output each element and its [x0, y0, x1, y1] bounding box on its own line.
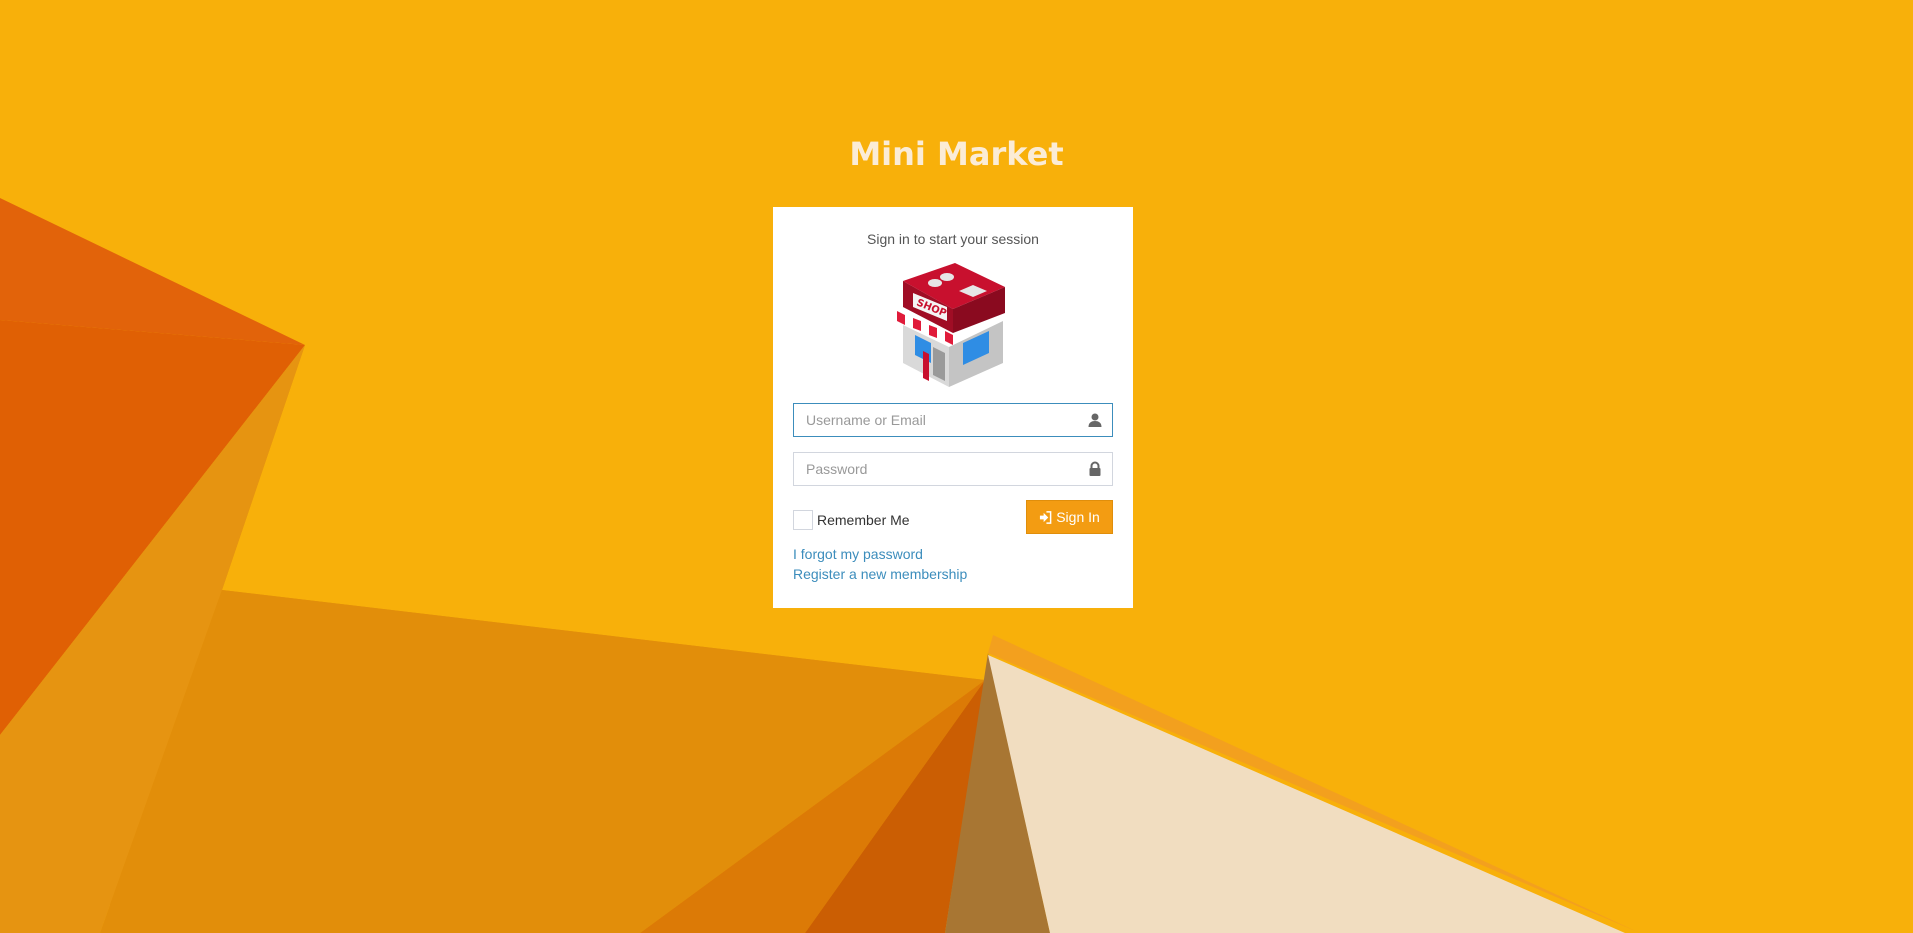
register-link[interactable]: Register a new membership: [793, 564, 1113, 584]
password-field: [793, 452, 1113, 486]
actions-row: Remember Me Sign In: [793, 500, 1113, 534]
login-links: I forgot my password Register a new memb…: [793, 544, 1113, 584]
username-input[interactable]: [793, 403, 1113, 437]
lock-icon: [1089, 461, 1101, 476]
sign-in-button[interactable]: Sign In: [1026, 500, 1113, 534]
app-title: Mini Market: [849, 135, 1064, 173]
login-box: Sign in to start your session SHOP Usern…: [773, 207, 1133, 608]
login-message: Sign in to start your session: [867, 231, 1039, 247]
forgot-password-link[interactable]: I forgot my password: [793, 544, 1113, 564]
username-field: [793, 403, 1113, 437]
shop-logo: SHOP: [897, 263, 1005, 387]
sign-in-icon: [1040, 510, 1052, 524]
remember-me: Remember Me: [793, 510, 910, 530]
remember-me-label: Remember Me: [817, 512, 910, 528]
remember-me-checkbox[interactable]: [793, 510, 813, 530]
password-input[interactable]: [793, 452, 1113, 486]
sign-in-label: Sign In: [1056, 509, 1100, 525]
user-icon: [1088, 413, 1102, 427]
